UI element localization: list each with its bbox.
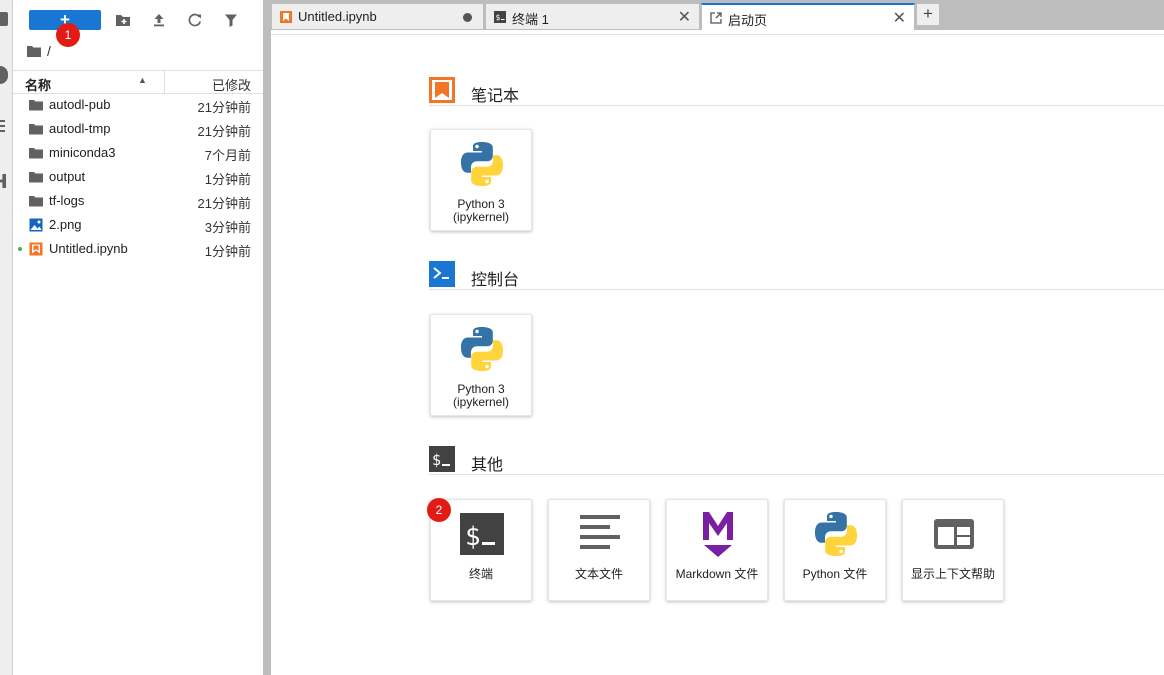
python-logo-icon bbox=[461, 327, 503, 371]
file-modified: 21分钟前 bbox=[197, 124, 251, 139]
launch-contextual-help[interactable]: 显示上下文帮助 bbox=[902, 499, 1004, 601]
folder-tab-icon[interactable] bbox=[0, 12, 8, 26]
card-label: 文本文件 bbox=[574, 567, 623, 581]
notebook-icon bbox=[29, 242, 43, 256]
sort-ascending-icon[interactable]: ▲ bbox=[138, 75, 147, 85]
file-list: autodl-pub 21分钟前 autodl-tmp 21分钟前 minico… bbox=[13, 93, 263, 261]
tab-label: 启动页 bbox=[728, 13, 768, 28]
svg-text:$: $ bbox=[465, 522, 481, 552]
card-label: 显示上下文帮助 bbox=[910, 567, 995, 581]
folder-icon bbox=[29, 100, 43, 111]
file-row-untitled-ipynb[interactable]: Untitled.ipynb 1分钟前 bbox=[13, 237, 263, 261]
running-indicator bbox=[18, 247, 22, 251]
tab-label: 终端 1 bbox=[512, 12, 549, 27]
file-row-2-png[interactable]: 2.png 3分钟前 bbox=[13, 213, 263, 237]
filter-icon[interactable] bbox=[222, 11, 240, 29]
console-section-icon bbox=[429, 261, 455, 287]
breadcrumb-path[interactable]: / bbox=[47, 43, 51, 59]
table-of-contents-icon[interactable] bbox=[0, 120, 5, 134]
notebook-section-icon bbox=[429, 77, 455, 103]
tab-bar: Untitled.ipynb $ 终端 1 ✕ 启动页 ✕ + bbox=[271, 0, 1164, 31]
launch-markdown-file[interactable]: Markdown 文件 bbox=[666, 499, 768, 601]
launcher-panel: 笔记本 Python 3 (ipykernel) 控制台 Python 3 (i… bbox=[271, 36, 1164, 675]
file-modified: 1分钟前 bbox=[204, 172, 251, 187]
home-folder-icon[interactable] bbox=[27, 45, 41, 57]
tab-label: Untitled.ipynb bbox=[298, 9, 377, 24]
card-label: Markdown 文件 bbox=[675, 567, 759, 581]
file-name: output bbox=[49, 169, 86, 184]
launch-notebook-python3[interactable]: Python 3 (ipykernel) bbox=[430, 129, 532, 231]
notebook-icon bbox=[280, 11, 292, 23]
terminal-icon: $ bbox=[494, 11, 506, 23]
file-name: autodl-pub bbox=[49, 97, 111, 112]
tab-untitled-ipynb[interactable]: Untitled.ipynb bbox=[271, 3, 484, 30]
svg-text:$: $ bbox=[432, 451, 441, 469]
panel-splitter[interactable] bbox=[263, 0, 271, 675]
folder-icon bbox=[29, 196, 43, 207]
card-label-line2: (ipykernel) bbox=[452, 210, 509, 224]
card-label: 终端 bbox=[468, 567, 493, 581]
file-row-miniconda3[interactable]: miniconda3 7个月前 bbox=[13, 141, 263, 165]
launch-python-file[interactable]: Python 文件 bbox=[784, 499, 886, 601]
file-row-autodl-tmp[interactable]: autodl-tmp 21分钟前 bbox=[13, 117, 263, 141]
new-folder-icon[interactable] bbox=[114, 11, 132, 29]
file-name: miniconda3 bbox=[49, 145, 116, 160]
image-file-icon bbox=[29, 218, 43, 232]
file-modified: 1分钟前 bbox=[204, 244, 251, 259]
section-console: 控制台 bbox=[429, 258, 1164, 290]
section-title: 控制台 bbox=[471, 272, 520, 289]
running-sessions-icon[interactable] bbox=[0, 66, 8, 84]
section-other: $ 其他 bbox=[429, 443, 1164, 475]
folder-icon bbox=[29, 172, 43, 183]
folder-icon bbox=[29, 124, 43, 135]
contextual-help-icon bbox=[934, 519, 974, 549]
section-title: 笔记本 bbox=[471, 88, 520, 105]
step-badge-1: 1 bbox=[56, 23, 80, 47]
card-label-line2: (ipykernel) bbox=[452, 395, 509, 409]
column-header-modified[interactable]: 已修改 bbox=[212, 75, 251, 94]
file-row-tf-logs[interactable]: tf-logs 21分钟前 bbox=[13, 189, 263, 213]
file-browser-panel: + 1 / 名称 ▲ 已修改 autodl-pub 21分钟前 autodl-t… bbox=[13, 0, 263, 675]
file-browser-toolbar: + 1 bbox=[13, 0, 263, 47]
launch-text-file[interactable]: 文本文件 bbox=[548, 499, 650, 601]
tab-terminal-1[interactable]: $ 终端 1 ✕ bbox=[485, 3, 700, 30]
upload-icon[interactable] bbox=[150, 11, 168, 29]
file-name: tf-logs bbox=[49, 193, 85, 208]
column-divider[interactable] bbox=[164, 71, 165, 93]
main-area-top bbox=[271, 30, 1164, 35]
markdown-icon bbox=[703, 512, 733, 557]
close-tab-icon[interactable]: ✕ bbox=[678, 7, 691, 27]
python-logo-icon bbox=[461, 142, 503, 186]
file-modified: 21分钟前 bbox=[197, 100, 251, 115]
file-row-autodl-pub[interactable]: autodl-pub 21分钟前 bbox=[13, 93, 263, 117]
file-name: autodl-tmp bbox=[49, 121, 111, 136]
unsaved-indicator-icon[interactable] bbox=[463, 13, 472, 22]
column-header-name[interactable]: 名称 bbox=[25, 75, 51, 94]
other-section-icon: $ bbox=[429, 446, 455, 472]
launcher-icon bbox=[710, 12, 722, 24]
section-notebook: 笔记本 bbox=[429, 74, 1164, 106]
add-tab-button[interactable]: + bbox=[916, 3, 940, 26]
text-file-icon bbox=[580, 515, 620, 549]
svg-text:$: $ bbox=[496, 13, 501, 22]
file-name: Untitled.ipynb bbox=[49, 241, 128, 256]
file-name: 2.png bbox=[49, 217, 82, 232]
terminal-icon: $ bbox=[460, 513, 504, 555]
refresh-icon[interactable] bbox=[186, 11, 204, 29]
section-title: 其他 bbox=[471, 457, 504, 474]
python-logo-icon bbox=[815, 512, 857, 556]
close-tab-icon[interactable]: ✕ bbox=[893, 8, 906, 28]
activity-bar bbox=[0, 0, 13, 675]
folder-icon bbox=[29, 148, 43, 159]
extension-manager-icon[interactable] bbox=[0, 174, 6, 188]
launch-console-python3[interactable]: Python 3 (ipykernel) bbox=[430, 314, 532, 416]
tab-launcher[interactable]: 启动页 ✕ bbox=[701, 3, 915, 31]
file-list-header: 名称 ▲ 已修改 bbox=[13, 70, 263, 94]
file-row-output[interactable]: output 1分钟前 bbox=[13, 165, 263, 189]
file-modified: 21分钟前 bbox=[197, 196, 251, 211]
file-modified: 7个月前 bbox=[204, 148, 251, 163]
file-modified: 3分钟前 bbox=[204, 220, 251, 235]
step-badge-2: 2 bbox=[427, 498, 451, 522]
card-label: Python 文件 bbox=[802, 567, 868, 581]
